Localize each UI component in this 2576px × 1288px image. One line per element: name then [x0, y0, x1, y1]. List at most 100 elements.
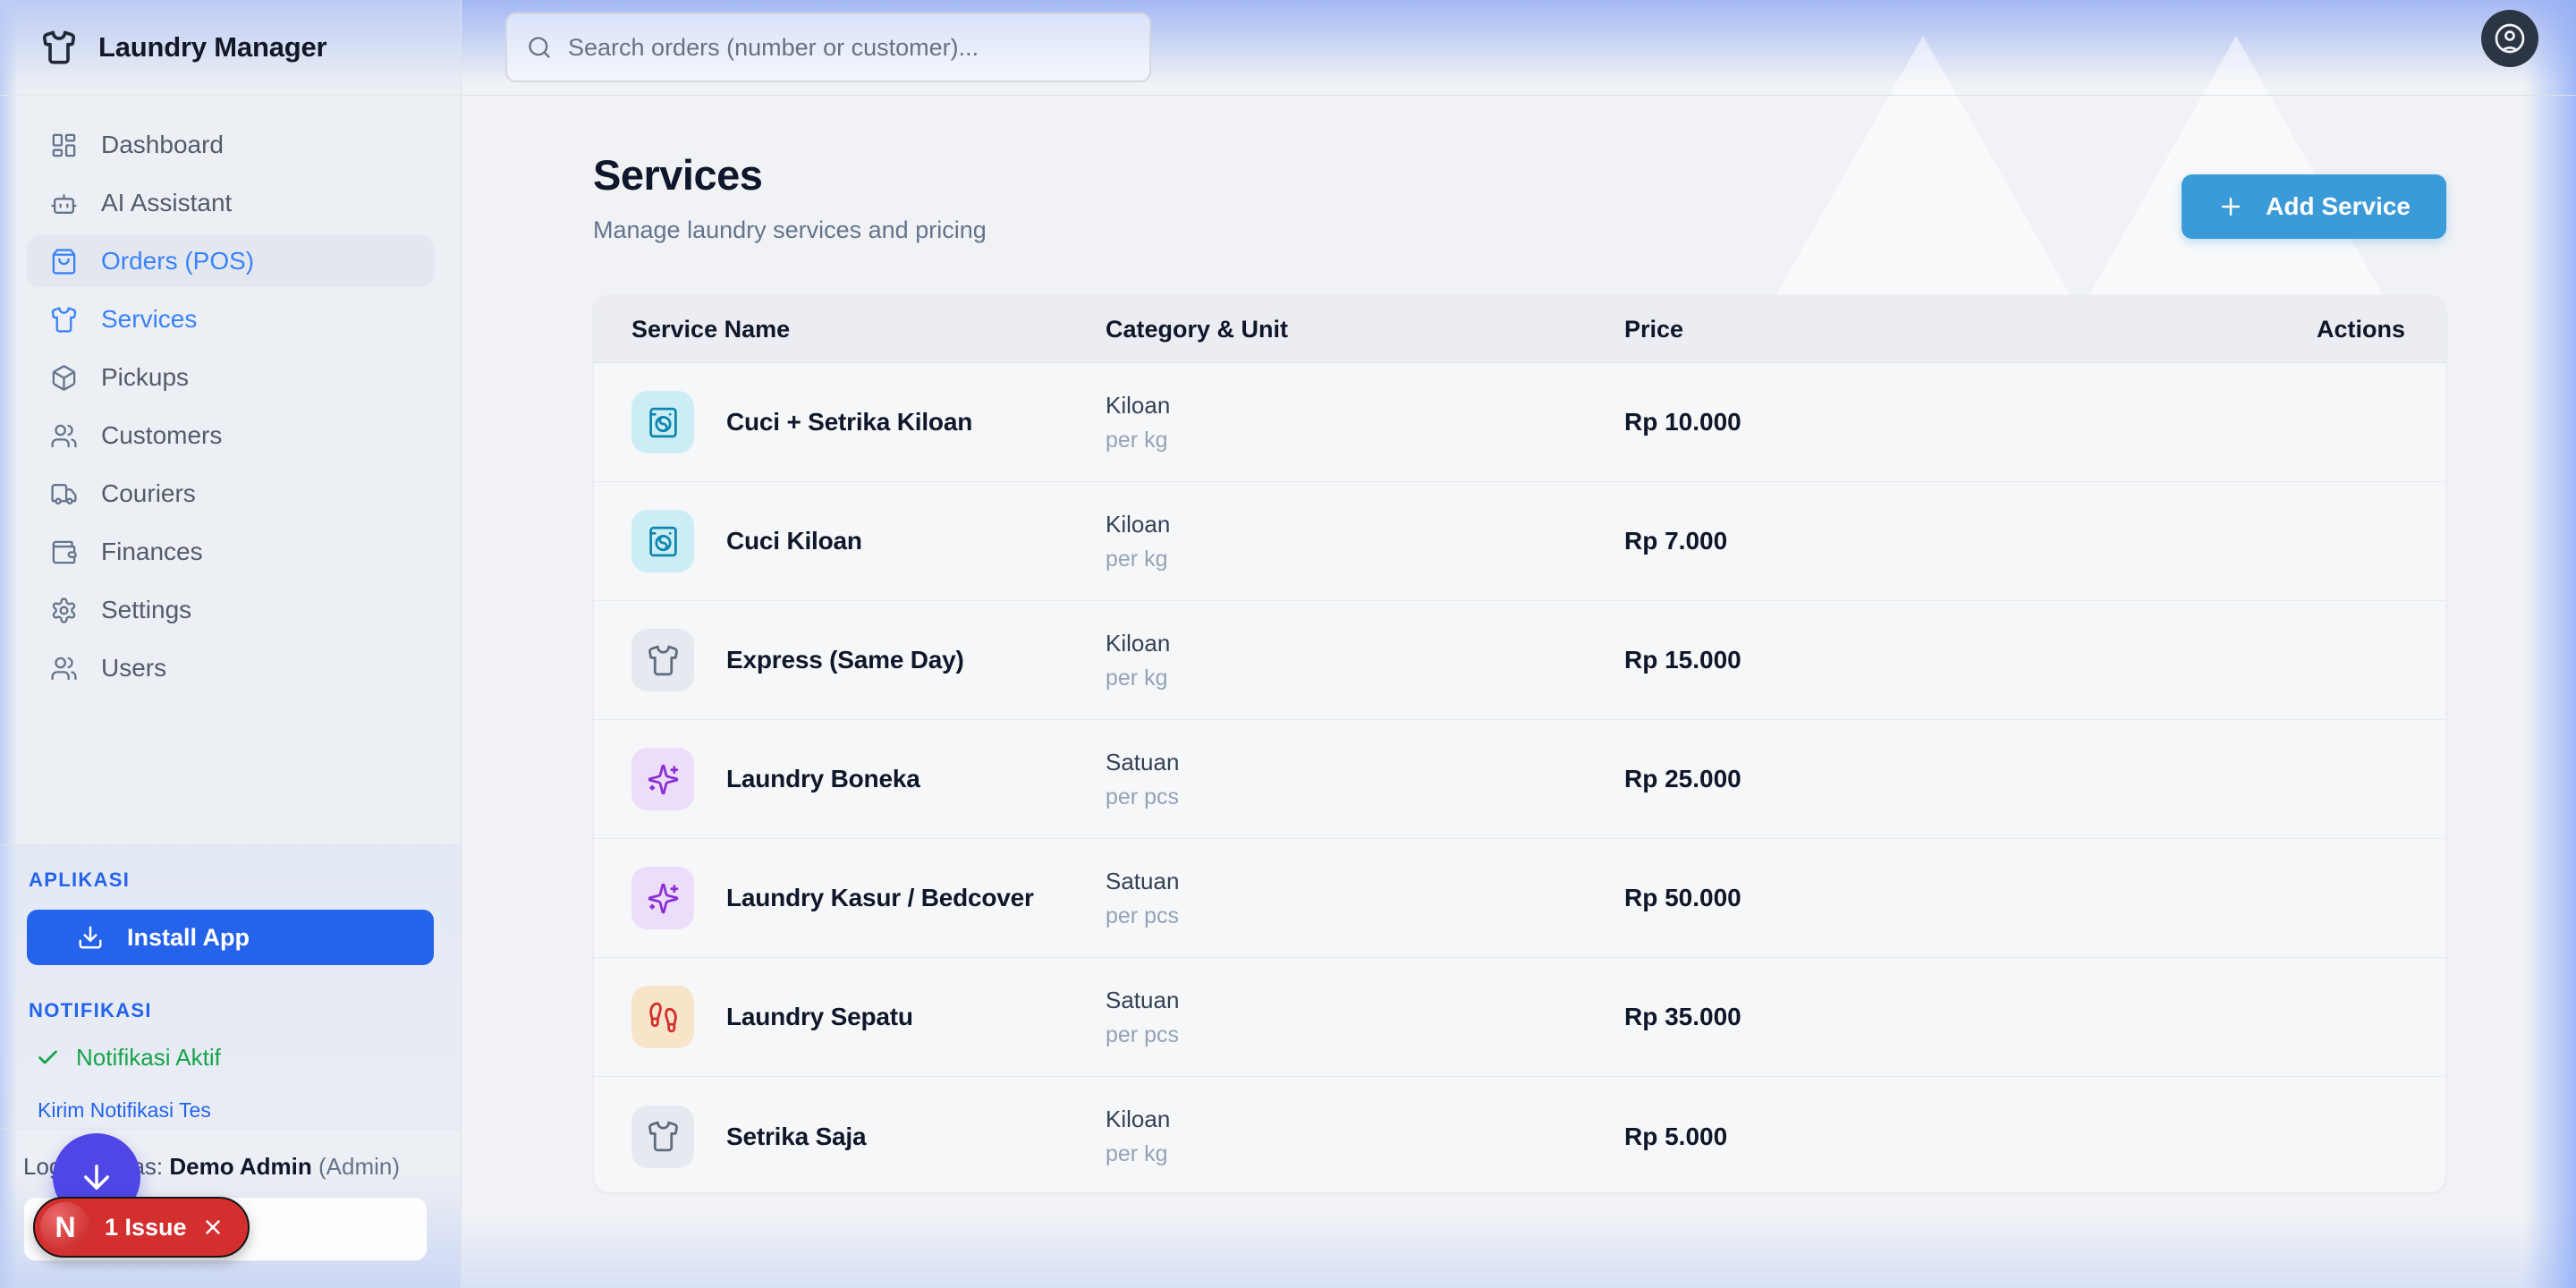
table-body: Cuci + Setrika Kiloan Kiloan per kg Rp 1… — [594, 363, 2445, 1193]
category-unit-cell: Kiloan per kg — [1106, 1106, 1624, 1167]
category-label: Kiloan — [1106, 392, 1624, 419]
sidebar-item-settings[interactable]: Settings — [27, 584, 434, 636]
services-table-card: Service Name Category & Unit Price Actio… — [593, 295, 2446, 1193]
washing-machine-icon — [631, 510, 694, 572]
service-name-cell: Laundry Sepatu — [631, 986, 1106, 1048]
unit-label: per kg — [1106, 665, 1624, 691]
sidebar-item-couriers[interactable]: Couriers — [27, 468, 434, 520]
washing-machine-icon — [631, 391, 694, 453]
search-input[interactable] — [568, 34, 1130, 62]
service-name-cell: Laundry Boneka — [631, 748, 1106, 810]
search-icon — [527, 35, 552, 60]
shirt-icon — [631, 629, 694, 691]
category-label: Kiloan — [1106, 511, 1624, 538]
service-name: Setrika Saja — [726, 1123, 866, 1151]
service-name-cell: Cuci + Setrika Kiloan — [631, 391, 1106, 453]
table-row: Laundry Boneka Satuan per pcs Rp 25.000 — [594, 720, 2445, 839]
sidebar: Laundry Manager Dashboard AI Assistant O… — [0, 0, 462, 1288]
users-icon — [50, 422, 78, 450]
price-label: Rp 35.000 — [1624, 1003, 2137, 1031]
column-header-price: Price — [1624, 316, 2137, 343]
sidebar-item-label: Services — [101, 305, 197, 334]
footprints-icon — [631, 986, 694, 1048]
user-circle-icon — [2494, 22, 2526, 55]
service-name-cell: Cuci Kiloan — [631, 510, 1106, 572]
table-header-row: Service Name Category & Unit Price Actio… — [594, 296, 2445, 363]
sidebar-item-label: Orders (POS) — [101, 247, 254, 275]
unit-label: per pcs — [1106, 1022, 1624, 1048]
sidebar-item-ai-assistant[interactable]: AI Assistant — [27, 177, 434, 229]
logged-in-role: (Admin) — [318, 1153, 400, 1180]
table-row: Laundry Sepatu Satuan per pcs Rp 35.000 — [594, 958, 2445, 1077]
shirt-logo-icon — [41, 30, 77, 65]
column-header-service-name: Service Name — [631, 316, 1106, 343]
category-unit-cell: Kiloan per kg — [1106, 630, 1624, 691]
send-test-notification-link[interactable]: Kirim Notifikasi Tes — [27, 1098, 434, 1123]
service-name: Cuci Kiloan — [726, 527, 862, 555]
sidebar-item-orders-pos[interactable]: Orders (POS) — [27, 235, 434, 287]
category-unit-cell: Kiloan per kg — [1106, 511, 1624, 572]
sparkles-icon — [631, 748, 694, 810]
table-row: Laundry Kasur / Bedcover Satuan per pcs … — [594, 839, 2445, 958]
column-header-category-unit: Category & Unit — [1106, 316, 1624, 343]
logged-in-user: Demo Admin — [169, 1153, 311, 1180]
sidebar-item-users[interactable]: Users — [27, 642, 434, 694]
category-label: Kiloan — [1106, 1106, 1624, 1133]
users-icon — [50, 655, 78, 682]
app-window: Laundry Manager Dashboard AI Assistant O… — [0, 0, 2576, 1288]
category-unit-cell: Satuan per pcs — [1106, 987, 1624, 1048]
sidebar-item-label: Customers — [101, 421, 222, 450]
price-label: Rp 50.000 — [1624, 884, 2137, 912]
package-icon — [50, 364, 78, 392]
nextjs-logo-icon: N — [40, 1202, 90, 1252]
bot-icon — [50, 190, 78, 217]
category-label: Satuan — [1106, 868, 1624, 895]
truck-icon — [50, 480, 78, 508]
shirt-icon — [631, 1106, 694, 1168]
issue-count-label: 1 Issue — [105, 1214, 187, 1241]
search-box — [505, 13, 1151, 82]
column-header-actions: Actions — [2137, 316, 2405, 343]
sidebar-item-services[interactable]: Services — [27, 293, 434, 345]
settings-icon — [50, 597, 78, 624]
arrow-down-icon — [78, 1158, 115, 1196]
table-row: Setrika Saja Kiloan per kg Rp 5.000 — [594, 1077, 2445, 1193]
sidebar-item-label: Finances — [101, 538, 203, 566]
user-avatar-button[interactable] — [2481, 10, 2538, 67]
close-icon[interactable] — [201, 1216, 225, 1239]
category-unit-cell: Satuan per pcs — [1106, 749, 1624, 810]
shopping-bag-icon — [50, 248, 78, 275]
unit-label: per kg — [1106, 1141, 1624, 1167]
dev-issues-badge[interactable]: N 1 Issue — [33, 1197, 250, 1258]
wallet-icon — [50, 538, 78, 566]
price-label: Rp 25.000 — [1624, 765, 2137, 793]
category-label: Kiloan — [1106, 630, 1624, 657]
category-label: Satuan — [1106, 987, 1624, 1014]
sidebar-item-customers[interactable]: Customers — [27, 410, 434, 462]
table-row: Cuci + Setrika Kiloan Kiloan per kg Rp 1… — [594, 363, 2445, 482]
install-app-button[interactable]: Install App — [27, 910, 434, 965]
sidebar-bottom-section: APLIKASI Install App NOTIFIKASI Notifika… — [0, 844, 461, 1129]
service-name-cell: Express (Same Day) — [631, 629, 1106, 691]
add-service-button[interactable]: Add Service — [2182, 174, 2446, 239]
download-icon — [77, 924, 104, 951]
unit-label: per pcs — [1106, 903, 1624, 929]
service-name: Express (Same Day) — [726, 646, 964, 674]
shirt-icon — [50, 306, 78, 334]
notifikasi-section-label: NOTIFIKASI — [27, 999, 434, 1022]
sidebar-nav: Dashboard AI Assistant Orders (POS) Serv… — [0, 96, 461, 694]
service-name-cell: Setrika Saja — [631, 1106, 1106, 1168]
price-label: Rp 10.000 — [1624, 408, 2137, 436]
service-name: Cuci + Setrika Kiloan — [726, 408, 972, 436]
sidebar-item-pickups[interactable]: Pickups — [27, 352, 434, 403]
price-label: Rp 5.000 — [1624, 1123, 2137, 1151]
unit-label: per kg — [1106, 547, 1624, 572]
sidebar-item-label: Dashboard — [101, 131, 224, 159]
page-title: Services — [593, 150, 762, 199]
table-row: Cuci Kiloan Kiloan per kg Rp 7.000 — [594, 482, 2445, 601]
sidebar-item-dashboard[interactable]: Dashboard — [27, 119, 434, 171]
sparkles-icon — [631, 867, 694, 929]
aplikasi-section-label: APLIKASI — [27, 869, 434, 892]
sidebar-item-finances[interactable]: Finances — [27, 526, 434, 578]
price-label: Rp 7.000 — [1624, 527, 2137, 555]
